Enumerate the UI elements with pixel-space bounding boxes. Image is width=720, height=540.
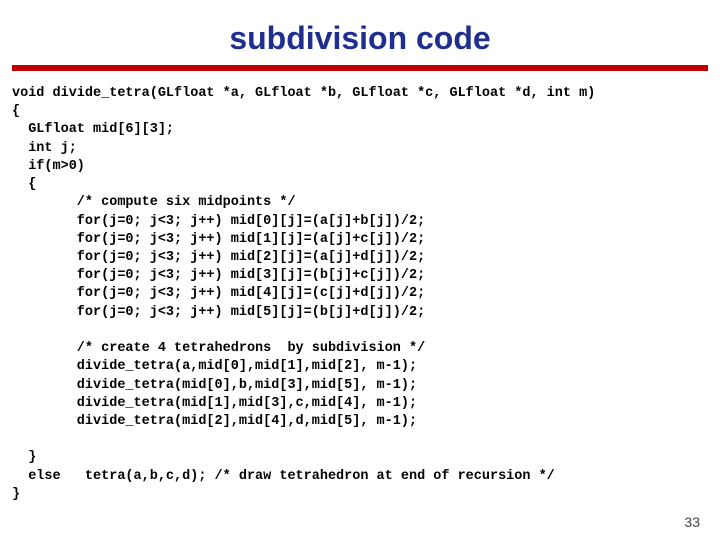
code-block: void divide_tetra(GLfloat *a, GLfloat *b… — [12, 85, 708, 504]
slide: subdivision code void divide_tetra(GLflo… — [0, 0, 720, 540]
slide-title: subdivision code — [12, 20, 708, 57]
title-underline — [12, 65, 708, 71]
page-number: 33 — [684, 514, 700, 530]
